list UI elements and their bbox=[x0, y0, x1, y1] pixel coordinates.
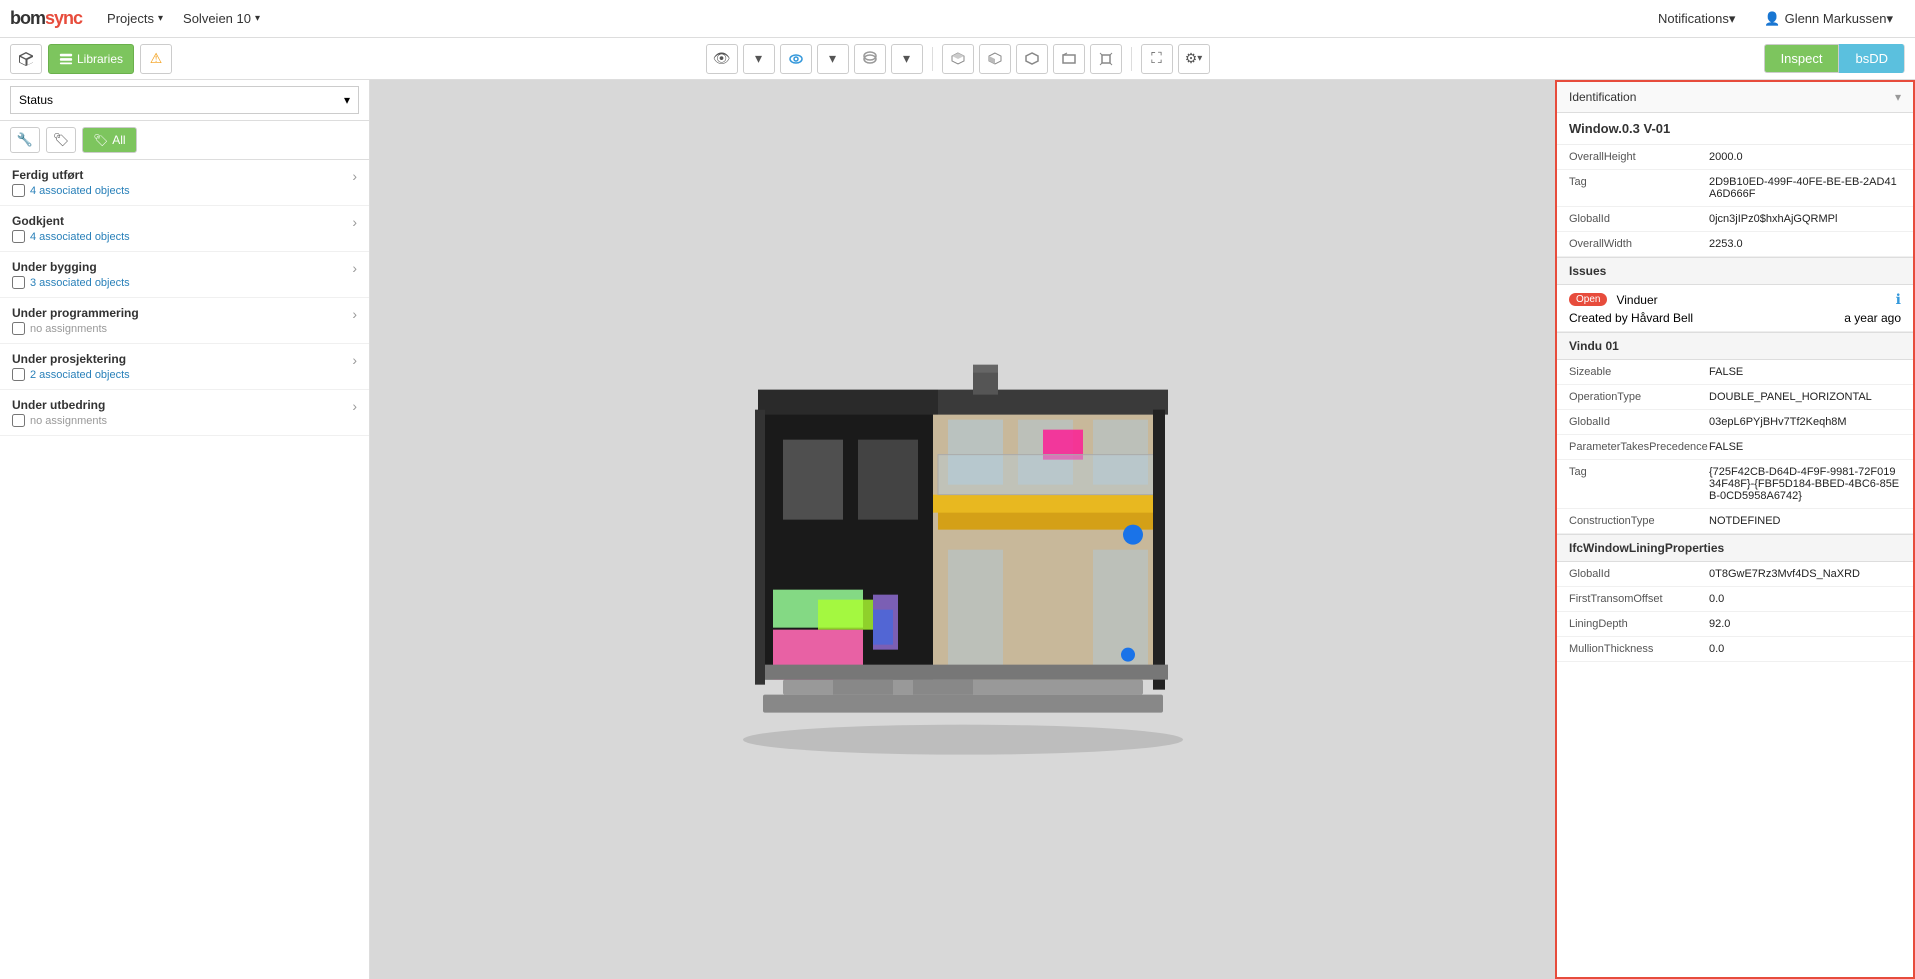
status-select-caret: ▾ bbox=[344, 93, 350, 107]
filter-bar: 🔧 🏷 🏷 All bbox=[0, 121, 369, 160]
vindu-section-header: Vindu 01 bbox=[1557, 332, 1913, 360]
issue-info-icon[interactable]: ℹ bbox=[1896, 291, 1901, 308]
eye-solid-btn[interactable]: 👁 bbox=[706, 44, 738, 74]
projects-menu[interactable]: Projects ▾ bbox=[97, 0, 173, 38]
right-panel: Identification ▾ Window.0.3 V-01 Overall… bbox=[1555, 80, 1915, 979]
status-checkbox-3[interactable] bbox=[12, 322, 25, 335]
eye-outline-dropdown-btn[interactable]: ▾ bbox=[817, 44, 849, 74]
notifications-caret: ▾ bbox=[1729, 11, 1736, 27]
chevron-icon-2: › bbox=[352, 260, 357, 276]
chevron-icon-0: › bbox=[352, 168, 357, 184]
ifc-section-header: IfcWindowLiningProperties bbox=[1557, 534, 1913, 562]
status-item-under-programmering[interactable]: Under programmering no assignments › bbox=[0, 298, 369, 344]
prop-row-operation-type: OperationType DOUBLE_PANEL_HORIZONTAL bbox=[1557, 385, 1913, 410]
filter-btn-tag[interactable]: 🏷 bbox=[46, 127, 76, 153]
prop-row-vindu-tag: Tag {725F42CB-D64D-4F9F-9981-72F01934F48… bbox=[1557, 460, 1913, 509]
tag-icon: 🏷 bbox=[93, 133, 108, 147]
status-checkbox-0[interactable] bbox=[12, 184, 25, 197]
issue-row: Open Vinduer ℹ bbox=[1569, 291, 1901, 308]
filter-btn-wrench[interactable]: 🔧 bbox=[10, 127, 40, 153]
user-menu[interactable]: 👤 Glenn Markussen ▾ bbox=[1752, 0, 1905, 38]
inspect-tab[interactable]: Inspect bbox=[1764, 44, 1840, 73]
main-toolbar: Libraries ⚠ 👁 ▾ ▾ ▾ bbox=[0, 38, 1915, 80]
bsdd-tab[interactable]: bsDD bbox=[1839, 44, 1905, 73]
status-item-under-prosjektering[interactable]: Under prosjektering 2 associated objects… bbox=[0, 344, 369, 390]
prop-row-overall-height: OverallHeight 2000.0 bbox=[1557, 145, 1913, 170]
status-list: Ferdig utført 4 associated objects › God… bbox=[0, 160, 369, 979]
user-icon: 👤 bbox=[1764, 11, 1780, 27]
status-item-godkjent[interactable]: Godkjent 4 associated objects › bbox=[0, 206, 369, 252]
eye-outline-btn[interactable] bbox=[780, 44, 812, 74]
project-name-menu[interactable]: Solveien 10 ▾ bbox=[173, 0, 270, 38]
prop-row-overall-width: OverallWidth 2253.0 bbox=[1557, 232, 1913, 257]
notifications-menu[interactable]: Notifications ▾ bbox=[1646, 0, 1747, 38]
prop-row-lining-depth: LiningDepth 92.0 bbox=[1557, 612, 1913, 637]
layers-dropdown-btn[interactable]: ▾ bbox=[891, 44, 923, 74]
issues-section-header: Issues bbox=[1557, 257, 1913, 285]
object-name: Window.0.3 V-01 bbox=[1557, 113, 1913, 145]
shape-btn-3[interactable] bbox=[1016, 44, 1048, 74]
chevron-icon-5: › bbox=[352, 398, 357, 414]
shape-btn-4[interactable] bbox=[1053, 44, 1085, 74]
shape-btn-1[interactable] bbox=[942, 44, 974, 74]
prop-row-ifc-globalid: GlobalId 0T8GwE7Rz3Mvf4DS_NaXRD bbox=[1557, 562, 1913, 587]
chevron-icon-3: › bbox=[352, 306, 357, 322]
building-3d bbox=[673, 339, 1253, 762]
prop-row-param-takes-precedence: ParameterTakesPrecedence FALSE bbox=[1557, 435, 1913, 460]
status-item-under-utbedring[interactable]: Under utbedring no assignments › bbox=[0, 390, 369, 436]
shape-btn-5[interactable] bbox=[1090, 44, 1122, 74]
expand-btn[interactable]: ⛶ bbox=[1141, 44, 1173, 74]
chevron-icon-1: › bbox=[352, 214, 357, 230]
prop-row-mullion-thickness: MullionThickness 0.0 bbox=[1557, 637, 1913, 662]
issues-section: Open Vinduer ℹ Created by Håvard Bell a … bbox=[1557, 285, 1913, 332]
prop-row-sizeable: Sizeable FALSE bbox=[1557, 360, 1913, 385]
eye-dropdown-btn[interactable]: ▾ bbox=[743, 44, 775, 74]
status-item-under-bygging[interactable]: Under bygging 3 associated objects › bbox=[0, 252, 369, 298]
property-table: OverallHeight 2000.0 Tag 2D9B10ED-499F-4… bbox=[1557, 145, 1913, 977]
left-panel: Status ▾ 🔧 🏷 🏷 All Ferdig utført 4 assoc… bbox=[0, 80, 370, 979]
prop-row-globalid: GlobalId 0jcn3jIPz0$hxhAjGQRMPl bbox=[1557, 207, 1913, 232]
shape-btn-2[interactable] bbox=[979, 44, 1011, 74]
layers-btn[interactable] bbox=[854, 44, 886, 74]
status-select[interactable]: Status ▾ bbox=[10, 86, 359, 114]
settings-btn[interactable]: ⚙ ▾ bbox=[1178, 44, 1210, 74]
prop-row-construction-type: ConstructionType NOTDEFINED bbox=[1557, 509, 1913, 534]
issue-meta: Created by Håvard Bell a year ago bbox=[1569, 311, 1901, 325]
status-bar: Status ▾ bbox=[0, 80, 369, 121]
warning-icon-btn[interactable]: ⚠ bbox=[140, 44, 172, 74]
3d-viewport[interactable] bbox=[370, 80, 1555, 979]
nav-right: Notifications ▾ 👤 Glenn Markussen ▾ bbox=[1646, 0, 1905, 38]
status-checkbox-1[interactable] bbox=[12, 230, 25, 243]
libraries-btn[interactable]: Libraries bbox=[48, 44, 134, 74]
filter-btn-all[interactable]: 🏷 All bbox=[82, 127, 137, 153]
cube-icon-btn[interactable] bbox=[10, 44, 42, 74]
status-checkbox-2[interactable] bbox=[12, 276, 25, 289]
app-logo: bomsync bbox=[10, 8, 82, 29]
main-area: Status ▾ 🔧 🏷 🏷 All Ferdig utført 4 assoc… bbox=[0, 80, 1915, 979]
prop-row-vindu-globalid: GlobalId 03epL6PYjBHv7Tf2Keqh8M bbox=[1557, 410, 1913, 435]
project-caret: ▾ bbox=[255, 13, 260, 24]
issue-info: Open Vinduer bbox=[1569, 293, 1658, 307]
status-checkbox-4[interactable] bbox=[12, 368, 25, 381]
user-caret: ▾ bbox=[1886, 11, 1893, 27]
identification-header[interactable]: Identification ▾ bbox=[1557, 82, 1913, 113]
prop-row-tag: Tag 2D9B10ED-499F-40FE-BE-EB-2AD41A6D666… bbox=[1557, 170, 1913, 207]
top-navigation: bomsync Projects ▾ Solveien 10 ▾ Notific… bbox=[0, 0, 1915, 38]
prop-row-first-transom: FirstTransomOffset 0.0 bbox=[1557, 587, 1913, 612]
status-item-ferdig-utfort[interactable]: Ferdig utført 4 associated objects › bbox=[0, 160, 369, 206]
chevron-icon-4: › bbox=[352, 352, 357, 368]
status-checkbox-5[interactable] bbox=[12, 414, 25, 427]
identification-caret-icon: ▾ bbox=[1895, 90, 1901, 104]
projects-caret: ▾ bbox=[158, 13, 163, 24]
